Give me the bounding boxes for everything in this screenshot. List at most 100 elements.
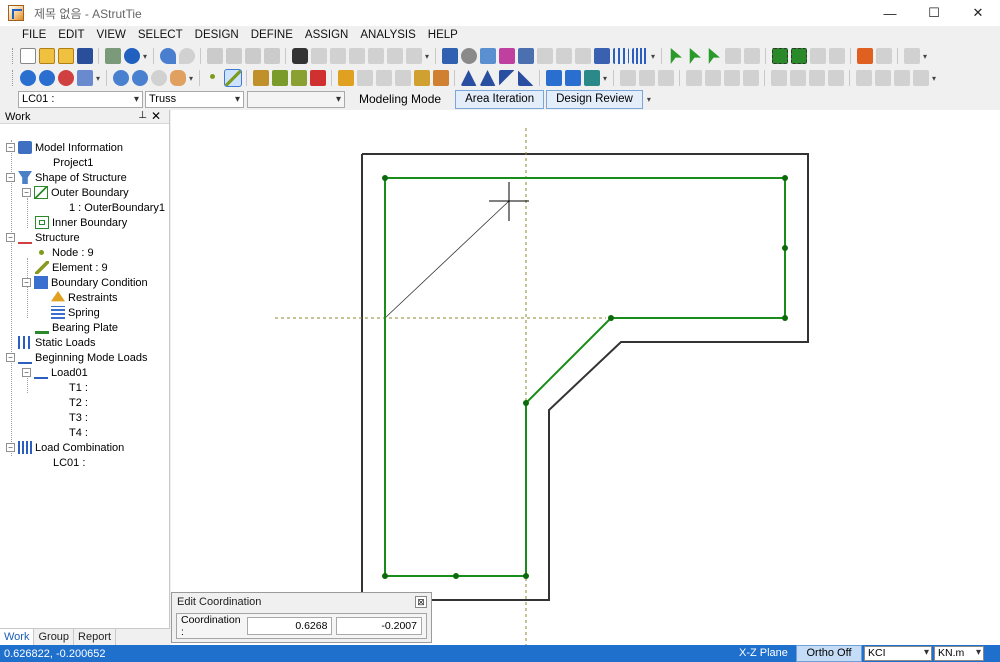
collapse-toggle-icon[interactable]: − (22, 188, 31, 197)
select-element-icon[interactable] (708, 48, 720, 64)
new-file-icon[interactable] (19, 48, 36, 64)
tree-item-restraints[interactable]: Restraints (51, 290, 118, 305)
close-panel-icon[interactable]: ✕ (151, 109, 161, 123)
structure-node[interactable] (382, 573, 388, 579)
menu-edit[interactable]: EDIT (58, 29, 84, 41)
structure-node[interactable] (523, 400, 529, 406)
collapse-toggle-icon[interactable]: − (22, 278, 31, 287)
menu-view[interactable]: VIEW (97, 29, 126, 41)
strut-icon[interactable] (498, 70, 515, 86)
collapse-toggle-icon[interactable]: − (22, 368, 31, 377)
section-icon[interactable] (479, 48, 496, 64)
collapse-toggle-icon[interactable]: − (6, 233, 15, 242)
tree-item-outer-boundary[interactable]: − Outer Boundary (22, 185, 129, 200)
pan-hand-icon[interactable] (169, 70, 186, 86)
cross-select-icon[interactable] (790, 48, 807, 64)
save-icon[interactable] (76, 48, 93, 64)
result-display-icon[interactable] (583, 70, 600, 86)
unit-select[interactable]: KN.m (934, 646, 984, 661)
tree-item-node[interactable]: Node : 9 (35, 245, 94, 260)
tree-item-t3[interactable]: T3 : (69, 410, 88, 425)
select-arrow-icon[interactable] (670, 48, 682, 64)
design-code-select[interactable]: KCI (864, 646, 932, 661)
tree-item-load-combination[interactable]: − Load Combination (6, 440, 124, 455)
settings-gear-icon[interactable] (460, 48, 477, 64)
structure-node[interactable] (382, 175, 388, 181)
material-icon[interactable] (441, 48, 458, 64)
toolbar-more-icon[interactable]: ▾ (923, 52, 927, 61)
toolbar-more-icon[interactable]: ▾ (603, 74, 607, 83)
structure-node[interactable] (523, 573, 529, 579)
merge-element-icon[interactable] (290, 70, 307, 86)
snap-node-icon[interactable] (432, 70, 449, 86)
snap-grid-icon[interactable] (413, 70, 430, 86)
open-folder-icon[interactable] (57, 48, 74, 64)
truss-icon[interactable] (460, 70, 477, 86)
node-tool-icon[interactable] (206, 70, 222, 86)
tree-item-t2[interactable]: T2 : (69, 395, 88, 410)
tab-group[interactable]: Group (34, 629, 75, 645)
tree-item-lc01[interactable]: LC01 : (53, 455, 85, 470)
structure-node[interactable] (608, 315, 614, 321)
collapse-toggle-icon[interactable]: − (6, 173, 15, 182)
toolbar-more-icon[interactable]: ▾ (651, 52, 655, 61)
lock-icon[interactable] (337, 70, 354, 86)
combination-icon[interactable] (631, 48, 648, 64)
structure-node[interactable] (782, 245, 788, 251)
tree-item-element[interactable]: Element : 9 (35, 260, 108, 275)
tree-item-inner-boundary[interactable]: Inner Boundary (35, 215, 127, 230)
toolbar-more-icon[interactable]: ▾ (425, 52, 429, 61)
pin-icon[interactable]: ⊥ (138, 110, 147, 121)
collapse-toggle-icon[interactable]: − (6, 143, 15, 152)
element-number-icon[interactable] (564, 70, 581, 86)
tree-item-structure[interactable]: − Structure (6, 230, 80, 245)
run-analysis-icon[interactable] (19, 70, 36, 86)
iteration-icon[interactable] (57, 70, 74, 86)
tree-item-static-loads[interactable]: Static Loads (18, 335, 96, 350)
element-tool-icon[interactable] (223, 69, 242, 87)
divide-element-icon[interactable] (271, 70, 288, 86)
table-icon[interactable] (593, 48, 610, 64)
tree-item-project[interactable]: Project1 (53, 155, 93, 170)
tab-work[interactable]: Work (0, 629, 35, 645)
coordination-y-input[interactable]: -0.2007 (336, 617, 422, 635)
tree-item-boundary-condition[interactable]: − Boundary Condition (22, 275, 148, 290)
run-design-icon[interactable] (38, 70, 55, 86)
tree-item-load01[interactable]: − Load01 (22, 365, 88, 380)
toolbar-more-icon[interactable]: ▾ (932, 74, 936, 83)
select-node-icon[interactable] (689, 48, 701, 64)
tie-icon[interactable] (517, 70, 534, 86)
report-icon[interactable] (76, 70, 93, 86)
node-number-icon[interactable] (545, 70, 562, 86)
design-review-button[interactable]: Design Review (546, 89, 643, 109)
load-case-select[interactable]: LC01 : (18, 90, 143, 108)
undo-icon[interactable] (159, 48, 176, 64)
model-view[interactable] (171, 110, 1000, 645)
tree-item-beginning-mode-loads[interactable]: − Beginning Mode Loads (6, 350, 148, 365)
tree-item-bearing-plate[interactable]: Bearing Plate (35, 320, 118, 335)
toolbar-more-icon[interactable]: ▾ (647, 95, 651, 104)
collapse-toggle-icon[interactable]: − (6, 353, 15, 362)
coordination-x-input[interactable]: 0.6268 (246, 617, 333, 635)
toolbar-more-icon[interactable]: ▾ (96, 74, 100, 83)
menu-define[interactable]: DEFINE (251, 29, 293, 41)
analysis-type-select[interactable]: Truss (145, 90, 244, 108)
menu-assign[interactable]: ASSIGN (305, 29, 348, 41)
structure-node[interactable] (453, 573, 459, 579)
open-folder-icon[interactable] (38, 48, 55, 64)
close-button[interactable]: ✕ (956, 0, 1000, 26)
minimize-button[interactable]: — (868, 0, 912, 26)
menu-analysis[interactable]: ANALYSIS (360, 29, 415, 41)
collapse-toggle-icon[interactable]: − (6, 443, 15, 452)
help-icon[interactable] (123, 48, 140, 64)
boundary-icon[interactable] (517, 48, 534, 64)
maximize-button[interactable]: ☐ (912, 0, 956, 26)
drawing-canvas[interactable] (171, 110, 1000, 645)
tree-item-outer-boundary-1[interactable]: 1 : OuterBoundary1 (69, 200, 165, 215)
tree-item-shape-of-structure[interactable]: − Shape of Structure (6, 170, 127, 185)
tree-item-spring[interactable]: Spring (51, 305, 100, 320)
print-icon[interactable] (104, 48, 121, 64)
ortho-toggle-button[interactable]: Ortho Off (796, 645, 862, 662)
menu-help[interactable]: HELP (428, 29, 458, 41)
structure-node[interactable] (782, 175, 788, 181)
